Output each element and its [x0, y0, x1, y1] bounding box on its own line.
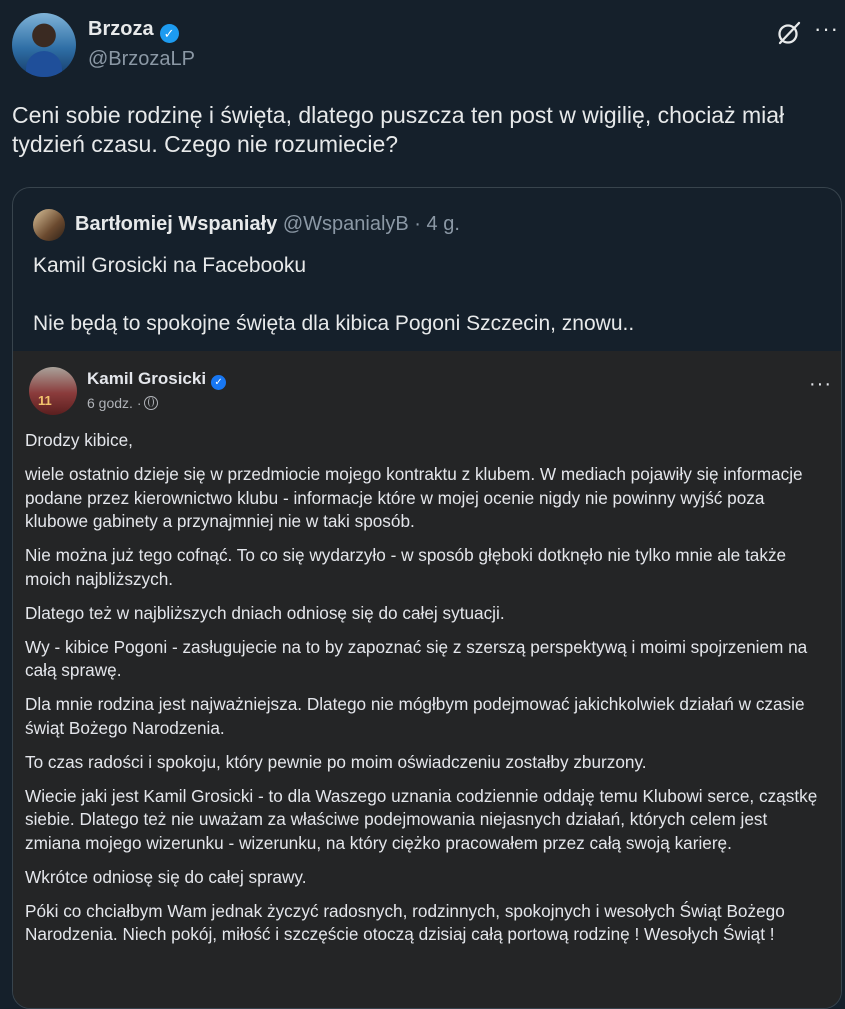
fb-paragraph: Wiecie jaki jest Kamil Grosicki - to dla… — [25, 785, 818, 853]
quote-author-row: Bartłomiej Wspaniały @WspanialyB · 4 g. — [75, 213, 460, 236]
author-name-row[interactable]: Brzoza ✓ — [88, 18, 179, 43]
quote-author-avatar[interactable] — [33, 209, 65, 241]
quote-text-line-2: Nie będą to spokojne święta dla kibica P… — [33, 312, 635, 335]
fb-post-time: 6 godz. · — [87, 395, 142, 411]
quote-time[interactable]: 4 g. — [427, 213, 460, 235]
verified-badge-icon[interactable]: ✓ — [159, 24, 179, 43]
fb-paragraph: Wy - kibice Pogoni - zasługujecie na to … — [25, 636, 808, 681]
fb-paragraph: Drodzy kibice, — [25, 430, 133, 450]
fb-post-time-row: 6 godz. · — [87, 395, 159, 411]
quote-text-line-1: Kamil Grosicki na Facebooku — [33, 254, 307, 277]
tweet-text: Ceni sobie rodzinę i święta, dlatego pus… — [12, 102, 785, 157]
fb-post-body: Drodzy kibice, wiele ostatnio dzieje się… — [25, 429, 825, 957]
grok-icon[interactable] — [776, 20, 802, 46]
quoted-tweet-card[interactable]: Bartłomiej Wspaniały @WspanialyB · 4 g. … — [12, 187, 842, 1009]
author-name[interactable]: Brzoza — [88, 18, 154, 40]
fb-paragraph: Nie można już tego cofnąć. To co się wyd… — [25, 545, 787, 589]
quote-author-handle[interactable]: @WspanialyB — [283, 213, 409, 235]
fb-author-row: Kamil Grosicki ✓ — [87, 369, 227, 390]
fb-paragraph: Póki co chciałbym Wam jednak życzyć rado… — [25, 900, 785, 945]
globe-icon — [144, 396, 159, 410]
fb-paragraph: Wkrótce odniosę się do całej sprawy. — [25, 866, 307, 887]
fb-paragraph: wiele ostatnio dzieje się w przedmiocie … — [25, 464, 803, 531]
quote-separator: · — [408, 213, 427, 235]
fb-paragraph: Dlatego też w najbliższych dniach odnios… — [25, 602, 505, 623]
author-avatar[interactable] — [12, 13, 76, 77]
fb-author-name: Kamil Grosicki — [87, 369, 207, 388]
fb-verified-icon: ✓ — [211, 375, 227, 390]
fb-paragraph: Dla mnie rodzina jest najważniejsza. Dla… — [25, 694, 805, 738]
more-icon[interactable]: ··· — [814, 16, 839, 42]
author-handle[interactable]: @BrzozaLP — [88, 48, 195, 71]
fb-author-avatar — [29, 367, 77, 415]
facebook-post-screenshot[interactable]: Kamil Grosicki ✓ 6 godz. · ··· Drodzy kib… — [13, 351, 841, 1008]
fb-paragraph: To czas radości i spokoju, który pewnie … — [25, 751, 647, 772]
fb-more-icon: ··· — [809, 373, 832, 395]
quote-author-name[interactable]: Bartłomiej Wspaniały — [75, 213, 277, 235]
